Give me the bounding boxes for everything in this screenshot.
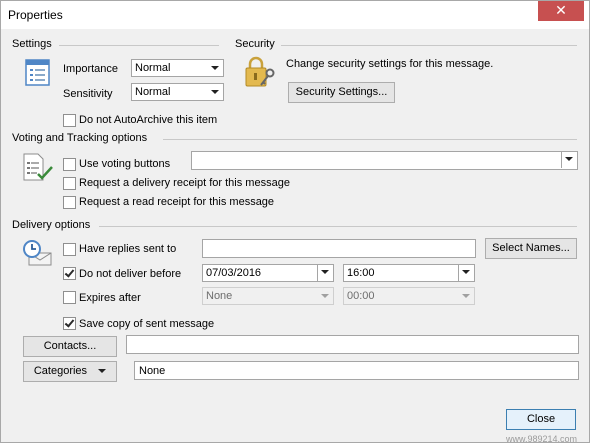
properties-list-icon <box>25 59 51 90</box>
deliver-date-picker[interactable]: 07/03/2016 <box>202 264 334 282</box>
importance-value: Normal <box>135 62 171 74</box>
categories-button-label: Categories <box>33 365 88 377</box>
categories-button[interactable]: Categories <box>23 361 117 382</box>
close-button[interactable]: Close <box>506 409 576 430</box>
use-voting-label: Use voting buttons <box>79 158 171 170</box>
chevron-down-icon <box>98 369 107 374</box>
have-replies-checkbox[interactable] <box>63 243 76 256</box>
delivery-separator <box>99 226 577 227</box>
voting-document-icon <box>22 153 56 186</box>
contacts-button[interactable]: Contacts... <box>23 336 117 357</box>
security-section-label: Security <box>235 38 275 50</box>
delivery-section-label: Delivery options <box>12 219 91 231</box>
save-copy-label: Save copy of sent message <box>79 318 215 330</box>
chevron-down-icon <box>208 61 222 75</box>
have-replies-label: Have replies sent to <box>79 243 177 255</box>
settings-separator <box>59 45 219 46</box>
categories-input[interactable]: None <box>134 361 579 380</box>
importance-select[interactable]: Normal <box>131 59 224 77</box>
settings-section-label: Settings <box>12 38 52 50</box>
deliver-time-picker[interactable]: 16:00 <box>343 264 475 282</box>
voting-options-select[interactable] <box>191 151 578 170</box>
expires-time-picker[interactable]: 00:00 <box>343 287 475 305</box>
do-not-deliver-checkbox[interactable] <box>63 267 76 280</box>
expires-date-value: None <box>206 290 233 302</box>
save-copy-checkbox[interactable] <box>63 317 76 330</box>
window-title: Properties <box>8 8 63 22</box>
expires-date-picker[interactable]: None <box>202 287 334 305</box>
expires-checkbox[interactable] <box>63 291 76 304</box>
expires-time-value: 00:00 <box>347 290 375 302</box>
delivery-receipt-checkbox[interactable] <box>63 177 76 190</box>
chevron-down-icon[interactable] <box>561 152 577 168</box>
autoarchive-checkbox[interactable] <box>63 114 76 127</box>
chevron-down-icon <box>208 85 222 99</box>
importance-label: Importance <box>63 63 119 75</box>
sensitivity-value: Normal <box>135 86 171 98</box>
delivery-clock-icon <box>21 239 55 272</box>
use-voting-checkbox[interactable] <box>63 158 76 171</box>
chevron-down-icon[interactable] <box>458 265 474 281</box>
autoarchive-label: Do not AutoArchive this item <box>79 114 218 126</box>
voting-section-label: Voting and Tracking options <box>12 132 148 144</box>
title-bar: Properties ✕ <box>1 1 589 29</box>
sensitivity-select[interactable]: Normal <box>131 83 224 101</box>
security-settings-button[interactable]: Security Settings... <box>288 82 395 103</box>
contacts-input[interactable] <box>126 335 579 354</box>
sensitivity-label: Sensitivity <box>63 88 113 100</box>
select-names-button[interactable]: Select Names... <box>485 238 577 259</box>
read-receipt-checkbox[interactable] <box>63 196 76 209</box>
have-replies-input[interactable] <box>202 239 476 258</box>
deliver-time-value: 16:00 <box>347 267 375 279</box>
categories-value: None <box>139 365 166 377</box>
deliver-date-value: 07/03/2016 <box>206 267 262 279</box>
read-receipt-label: Request a read receipt for this message <box>79 196 275 208</box>
lock-key-icon <box>244 55 278 92</box>
window-close-button[interactable]: ✕ <box>538 1 584 21</box>
chevron-down-icon[interactable] <box>317 265 333 281</box>
delivery-receipt-label: Request a delivery receipt for this mess… <box>79 177 290 189</box>
do-not-deliver-label: Do not deliver before <box>79 268 182 280</box>
security-separator <box>281 45 577 46</box>
properties-dialog: Properties ✕ Settings Importance Normal … <box>0 0 590 444</box>
security-description: Change security settings for this messag… <box>286 58 494 70</box>
chevron-down-icon <box>318 289 332 303</box>
chevron-down-icon <box>459 289 473 303</box>
expires-label: Expires after <box>79 292 141 304</box>
voting-separator <box>163 139 577 140</box>
